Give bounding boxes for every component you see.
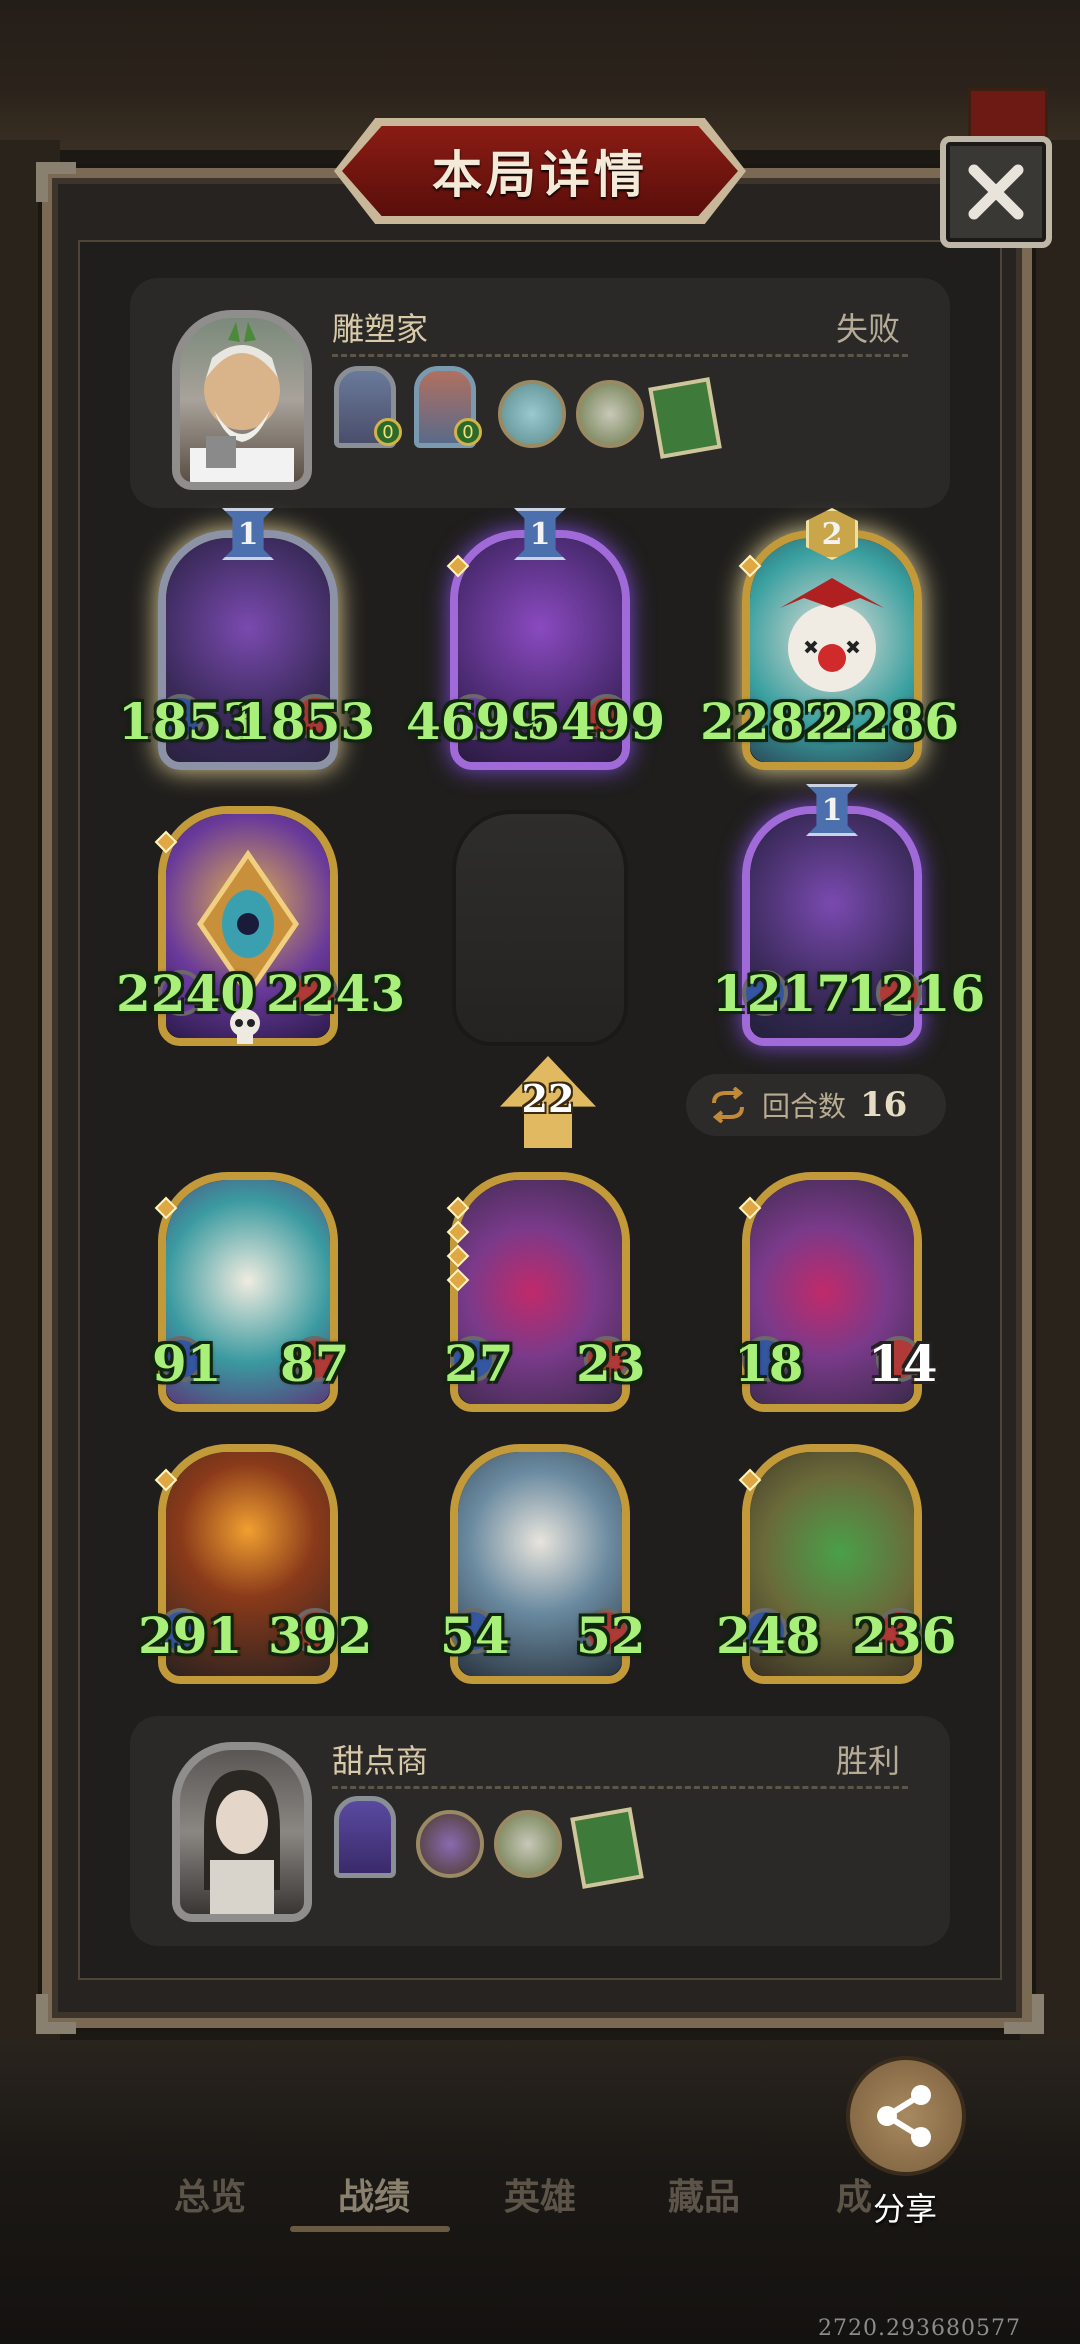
sculptor-portrait bbox=[190, 322, 294, 482]
close-button[interactable] bbox=[940, 136, 1052, 248]
build-code: 2720.293680577 bbox=[818, 2316, 1021, 2341]
player-name: 甜点商 bbox=[332, 1742, 429, 1780]
skull-icon bbox=[230, 1009, 260, 1044]
spellbook-icon[interactable] bbox=[570, 1807, 644, 1889]
trinket-icon[interactable] bbox=[416, 1810, 484, 1878]
round-counter: 回合数 16 bbox=[686, 1074, 946, 1136]
player-result: 胜利 bbox=[836, 1742, 901, 1780]
nav-active-underline bbox=[290, 2226, 450, 2232]
opponent-name: 雕塑家 bbox=[332, 310, 429, 348]
nav-collection[interactable]: 藏品 bbox=[668, 2168, 740, 2220]
tavern-tier-value: 22 bbox=[521, 1076, 575, 1121]
divider bbox=[332, 1786, 908, 1789]
empty-minion-slot bbox=[452, 810, 628, 1046]
player-minion-thumb[interactable] bbox=[334, 1796, 396, 1878]
trinket-icon[interactable] bbox=[494, 1810, 562, 1878]
page-title: 本局详情 bbox=[432, 146, 648, 204]
close-icon bbox=[968, 164, 1024, 220]
minion-count-badge: 0 bbox=[454, 418, 482, 446]
opponent-result: 失败 bbox=[836, 310, 901, 348]
title-plaque: 本局详情 bbox=[342, 126, 738, 216]
nav-heroes[interactable]: 英雄 bbox=[504, 2168, 576, 2220]
minion-count-badge: 0 bbox=[374, 418, 402, 446]
nav-records[interactable]: 战绩 bbox=[338, 2168, 410, 2220]
share-label: 分享 bbox=[872, 2190, 937, 2228]
round-label: 回合数 bbox=[762, 1090, 847, 1123]
confectioner-portrait bbox=[204, 1770, 280, 1914]
nav-overview[interactable]: 总览 bbox=[174, 2168, 246, 2220]
round-value: 16 bbox=[860, 1085, 908, 1125]
spellbook-icon[interactable] bbox=[648, 377, 722, 459]
trinket-icon[interactable] bbox=[498, 380, 566, 448]
share-button[interactable] bbox=[846, 2056, 966, 2176]
player-avatar[interactable] bbox=[172, 1742, 312, 1922]
round-cycle-icon bbox=[712, 1087, 744, 1123]
opponent-avatar[interactable] bbox=[172, 310, 312, 490]
share-icon bbox=[877, 2085, 931, 2147]
divider bbox=[332, 354, 908, 357]
trinket-icon[interactable] bbox=[576, 380, 644, 448]
